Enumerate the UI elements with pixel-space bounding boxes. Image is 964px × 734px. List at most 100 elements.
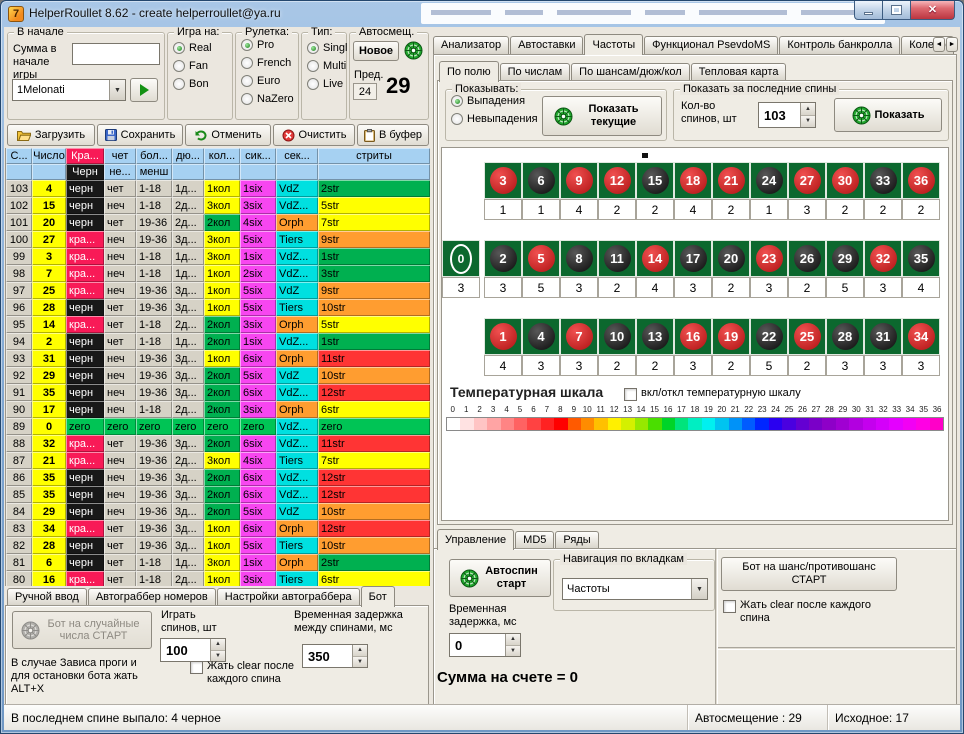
table-cell[interactable]: стриты <box>318 148 430 164</box>
tab-автоставки[interactable]: Автоставки <box>510 36 583 54</box>
table-cell[interactable]: zero <box>136 418 172 435</box>
table-cell[interactable]: 7str <box>318 452 430 469</box>
table-cell[interactable]: 14 <box>32 316 66 333</box>
number-cell-10[interactable]: 10 <box>598 318 636 355</box>
table-cell[interactable]: 3д... <box>172 299 204 316</box>
table-cell[interactable]: чет <box>104 214 136 231</box>
table-cell[interactable]: 3д... <box>172 384 204 401</box>
table-cell[interactable]: 1six <box>240 333 276 350</box>
table-cell[interactable]: VdZ <box>276 180 318 197</box>
table-cell[interactable]: VdZ <box>276 503 318 520</box>
tab-ряды[interactable]: Ряды <box>555 531 598 549</box>
table-cell[interactable]: 2д... <box>172 401 204 418</box>
radio-nazero[interactable]: NaZero <box>241 92 298 106</box>
table-cell[interactable]: 3кол <box>204 554 240 571</box>
table-cell[interactable]: 35 <box>32 469 66 486</box>
chevron-down-icon[interactable]: ▼ <box>109 80 125 100</box>
radio-multi[interactable]: Multi <box>307 59 346 73</box>
table-cell[interactable]: 19-36 <box>136 469 172 486</box>
table-cell[interactable]: 29 <box>32 367 66 384</box>
table-cell[interactable]: 3д... <box>172 231 204 248</box>
table-cell[interactable]: zero <box>204 418 240 435</box>
table-cell[interactable]: 27 <box>32 231 66 248</box>
tab-scroll-right-icon[interactable]: ► <box>946 37 958 52</box>
toolbar-очистить[interactable]: Очистить <box>273 124 355 146</box>
table-cell[interactable]: 5str <box>318 197 430 214</box>
table-cell[interactable]: VdZ... <box>276 435 318 452</box>
table-cell[interactable]: 10str <box>318 537 430 554</box>
table-cell[interactable]: 2str <box>318 180 430 197</box>
table-cell[interactable]: черн <box>66 350 104 367</box>
table-cell[interactable]: 11str <box>318 350 430 367</box>
tab-по-числам[interactable]: По числам <box>500 63 571 81</box>
table-cell[interactable]: 35 <box>32 486 66 503</box>
table-cell[interactable]: 6 <box>32 554 66 571</box>
table-cell[interactable]: 31 <box>32 350 66 367</box>
number-cell-32[interactable]: 32 <box>864 240 902 277</box>
table-cell[interactable]: 2кол <box>204 486 240 503</box>
table-cell[interactable]: 2кол <box>204 384 240 401</box>
number-cell-4[interactable]: 4 <box>522 318 560 355</box>
number-cell-35[interactable]: 35 <box>902 240 940 277</box>
table-cell[interactable]: 80 <box>6 571 32 586</box>
table-cell[interactable]: 2д... <box>172 214 204 231</box>
number-cell-2[interactable]: 2 <box>484 240 522 277</box>
table-cell[interactable]: 19-36 <box>136 367 172 384</box>
radio-real[interactable]: Real <box>173 41 232 55</box>
table-cell[interactable]: 9str <box>318 282 430 299</box>
table-cell[interactable]: 6six <box>240 435 276 452</box>
table-cell[interactable]: 1-18 <box>136 180 172 197</box>
table-cell[interactable] <box>318 164 430 180</box>
table-cell[interactable]: 2кол <box>204 469 240 486</box>
minimize-button[interactable] <box>854 1 883 20</box>
table-cell[interactable]: 86 <box>6 469 32 486</box>
table-cell[interactable]: 6six <box>240 520 276 537</box>
table-cell[interactable] <box>6 164 32 180</box>
table-cell[interactable]: 4six <box>240 214 276 231</box>
spin-delay-spinner[interactable]: 350 ▲ ▼ <box>302 644 368 668</box>
number-cell-12[interactable]: 12 <box>598 162 636 199</box>
table-cell[interactable]: 89 <box>6 418 32 435</box>
number-cell-5[interactable]: 5 <box>522 240 560 277</box>
number-cell-25[interactable]: 25 <box>788 318 826 355</box>
number-cell-30[interactable]: 30 <box>826 162 864 199</box>
table-cell[interactable]: чет <box>104 148 136 164</box>
table-cell[interactable]: 5str <box>318 316 430 333</box>
table-cell[interactable]: сек... <box>276 148 318 164</box>
table-cell[interactable]: 1кол <box>204 299 240 316</box>
table-cell[interactable]: zero <box>104 418 136 435</box>
table-cell[interactable]: 94 <box>6 333 32 350</box>
table-cell[interactable]: zero <box>240 418 276 435</box>
table-cell[interactable]: 6six <box>240 469 276 486</box>
table-cell[interactable]: черн <box>66 214 104 231</box>
table-cell[interactable]: бол... <box>136 148 172 164</box>
table-cell[interactable]: 20 <box>32 214 66 231</box>
table-cell[interactable]: черн <box>66 180 104 197</box>
table-cell[interactable]: 98 <box>6 265 32 282</box>
table-cell[interactable]: 19-36 <box>136 231 172 248</box>
table-cell[interactable]: 5six <box>240 367 276 384</box>
table-cell[interactable]: 19-36 <box>136 214 172 231</box>
table-cell[interactable]: 90 <box>6 401 32 418</box>
spinner-down-icon[interactable]: ▼ <box>353 657 367 668</box>
table-cell[interactable]: 1-18 <box>136 333 172 350</box>
number-cell-31[interactable]: 31 <box>864 318 902 355</box>
table-cell[interactable]: 4 <box>32 180 66 197</box>
table-cell[interactable]: 1д... <box>172 554 204 571</box>
table-cell[interactable]: 34 <box>32 520 66 537</box>
table-cell[interactable]: 1кол <box>204 350 240 367</box>
table-cell[interactable]: 6six <box>240 486 276 503</box>
chevron-down-icon[interactable]: ▼ <box>691 579 707 599</box>
table-cell[interactable]: 10str <box>318 299 430 316</box>
table-cell[interactable]: 1str <box>318 248 430 265</box>
table-cell[interactable]: 3six <box>240 401 276 418</box>
spins-count-spinner[interactable]: 103 ▲ ▼ <box>758 102 816 128</box>
number-cell-26[interactable]: 26 <box>788 240 826 277</box>
table-cell[interactable]: 3д... <box>172 469 204 486</box>
table-cell[interactable]: кра... <box>66 452 104 469</box>
radio-singl[interactable]: Singl <box>307 41 346 55</box>
table-cell[interactable]: черн <box>66 333 104 350</box>
table-cell[interactable]: 12str <box>318 469 430 486</box>
table-cell[interactable] <box>32 164 66 180</box>
splitter-vertical[interactable] <box>715 549 718 704</box>
